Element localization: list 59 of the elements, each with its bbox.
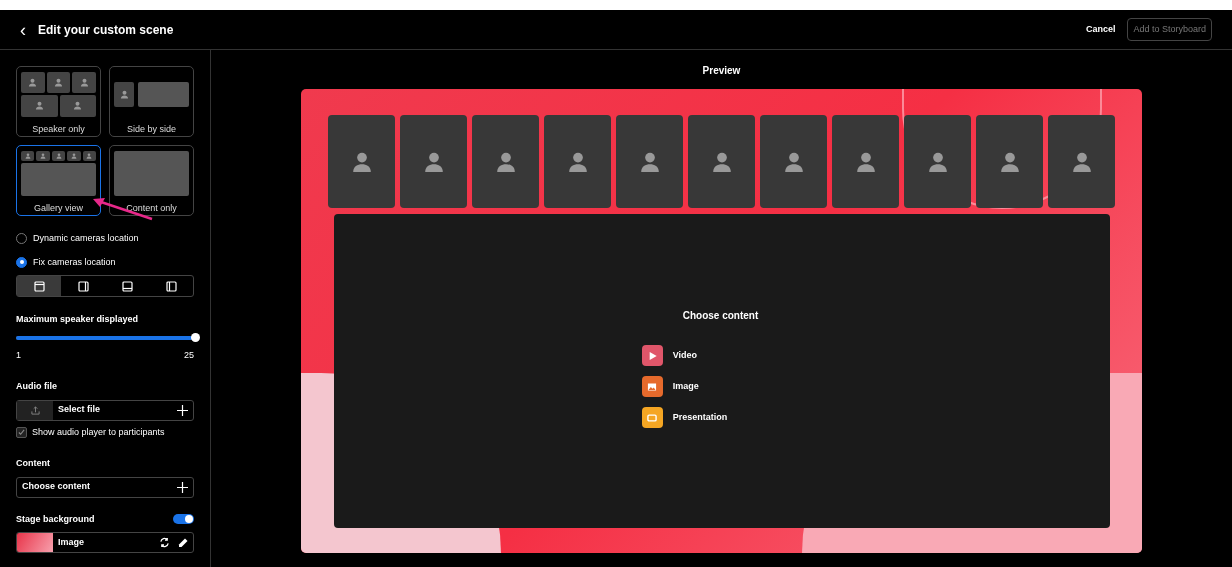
- person-icon: [494, 150, 517, 173]
- person-icon: [86, 153, 93, 159]
- content-option[interactable]: Video: [641, 345, 728, 366]
- slider-max: 25: [184, 348, 194, 362]
- person-icon: [34, 101, 44, 111]
- content-placeholder: [138, 82, 189, 107]
- slider-thumb[interactable]: [191, 332, 200, 342]
- section-label: Maximum speaker displayed: [16, 313, 140, 326]
- person-icon: [1070, 150, 1093, 173]
- content-title: Choose content: [682, 309, 759, 323]
- person-icon: [70, 153, 77, 159]
- section-label: Content: [16, 457, 51, 470]
- person-icon: [350, 150, 373, 173]
- person-icon: [566, 150, 589, 173]
- plus-icon: [177, 481, 188, 493]
- person-icon: [710, 150, 733, 173]
- layout-option[interactable]: Speaker only: [16, 66, 101, 137]
- upload-icon: [17, 400, 53, 420]
- preview-title: Preview: [702, 64, 741, 78]
- checkbox[interactable]: [16, 426, 27, 438]
- person-icon: [119, 90, 129, 99]
- checkbox-label: Show audio player to participants: [32, 425, 165, 439]
- person-icon: [926, 150, 949, 173]
- radio-button[interactable]: [16, 256, 27, 268]
- person-icon: [54, 78, 63, 88]
- person-icon: [24, 153, 31, 159]
- background-name: Image: [57, 535, 85, 549]
- person-icon: [79, 78, 89, 88]
- pencil-icon[interactable]: [178, 537, 188, 548]
- section-label: Stage background: [16, 512, 95, 526]
- page-title: Edit your custom scene: [38, 21, 174, 39]
- person-icon: [782, 150, 805, 173]
- content-option[interactable]: Presentation: [641, 407, 728, 428]
- person-icon: [422, 150, 445, 173]
- content-option[interactable]: Image: [641, 376, 728, 397]
- plus-icon: [177, 404, 188, 416]
- radio-label: Fix cameras location: [33, 255, 116, 269]
- cancel-button[interactable]: Cancel: [1085, 22, 1116, 37]
- layout-option[interactable]: Gallery view: [16, 145, 101, 216]
- person-icon: [55, 153, 62, 159]
- select-file-button[interactable]: Select file: [16, 399, 194, 421]
- layout-option[interactable]: Content only: [109, 145, 194, 216]
- person-icon: [40, 153, 47, 159]
- person-icon: [73, 101, 83, 111]
- choose-content-button[interactable]: Choose content: [16, 476, 194, 498]
- person-icon: [638, 150, 661, 173]
- radio-label: Dynamic cameras location: [33, 232, 139, 245]
- toggle-switch[interactable]: [173, 514, 194, 525]
- layout-option[interactable]: Side by side: [109, 66, 194, 137]
- person-icon: [998, 150, 1021, 173]
- background-thumbnail: [17, 533, 53, 552]
- add-to-storyboard-button[interactable]: Add to Storyboard: [1127, 17, 1212, 42]
- refresh-icon[interactable]: [159, 537, 170, 548]
- person-icon: [28, 78, 38, 88]
- slider-min: 1: [16, 348, 21, 362]
- back-button[interactable]: ‹: [20, 20, 26, 39]
- camera-position-top-icon[interactable]: [17, 276, 61, 296]
- person-icon: [854, 150, 877, 173]
- section-label: Audio file: [16, 380, 58, 393]
